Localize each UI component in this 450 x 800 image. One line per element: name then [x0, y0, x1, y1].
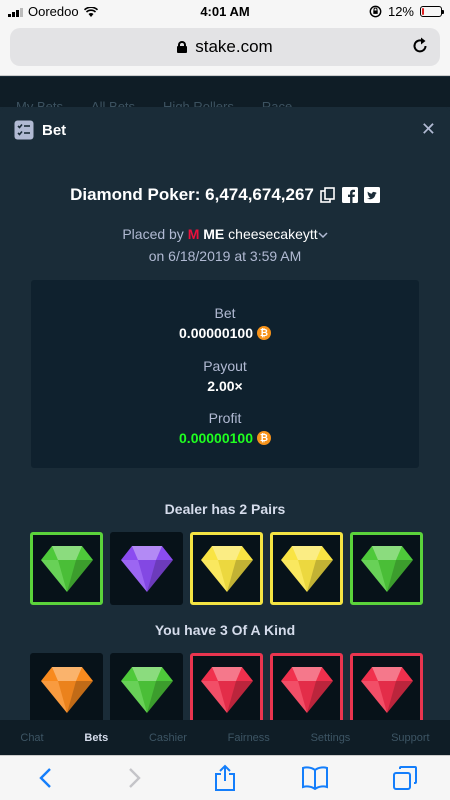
- placed-by-row: Placed by M ME cheesecakeytt: [0, 226, 450, 242]
- background-page: My BetsAll BetsHigh RollersRace: [0, 77, 450, 114]
- close-icon[interactable]: ✕: [421, 119, 436, 139]
- share-button[interactable]: [210, 763, 240, 793]
- nav-bets[interactable]: Bets: [84, 732, 108, 744]
- nav-chat[interactable]: Chat: [20, 732, 43, 744]
- bet-modal: Bet ✕ Diamond Poker: 6,474,674,267 Place…: [0, 107, 450, 720]
- player-hand-label: You have 3 Of A Kind: [154, 622, 296, 638]
- bet-label: Bet: [214, 305, 236, 321]
- book-icon: [302, 766, 328, 790]
- browser-toolbar: [0, 755, 450, 800]
- twitter-icon[interactable]: [363, 187, 380, 203]
- modal-title: Bet: [42, 121, 67, 139]
- gem-card-red: [350, 653, 423, 720]
- rank-badge: ME: [203, 226, 225, 242]
- gem-orange-icon: [40, 666, 93, 713]
- vip-badge: M: [187, 226, 200, 242]
- url-text: stake.com: [195, 37, 273, 56]
- battery-level: [422, 8, 425, 15]
- gem-card-purple: [110, 532, 183, 605]
- address-bar[interactable]: stake.com: [10, 28, 440, 66]
- chevron-down-icon[interactable]: [318, 232, 328, 239]
- gem-green-icon: [40, 545, 93, 592]
- chevron-left-icon: [39, 768, 51, 788]
- player-gem-row: [30, 653, 423, 720]
- bet-value: 0.00000100: [179, 325, 253, 341]
- share-icon: [215, 764, 235, 791]
- chevron-right-icon: [129, 768, 141, 788]
- gem-card-green: [350, 532, 423, 605]
- gem-red-icon: [280, 666, 333, 713]
- payout-value: 2.00×: [207, 378, 243, 394]
- placed-by-prefix: Placed by: [122, 226, 184, 242]
- forward-button[interactable]: [120, 763, 150, 793]
- tabs-button[interactable]: [390, 763, 420, 793]
- browser-address-area: stake.com: [0, 22, 450, 76]
- bookmarks-button[interactable]: [300, 763, 330, 793]
- reload-icon[interactable]: [410, 36, 430, 56]
- modal-header: Bet ✕: [0, 107, 450, 153]
- dealer-gem-row: [30, 532, 423, 605]
- game-title: Diamond Poker: 6,474,674,267: [70, 185, 314, 204]
- gem-card-green: [110, 653, 183, 720]
- gem-card-yellow: [270, 532, 343, 605]
- gem-card-orange: [30, 653, 103, 720]
- bet-stats-panel: Bet 0.00000100 ₿ Payout 2.00× Profit 0.00…: [31, 280, 419, 468]
- gem-green-icon: [120, 666, 173, 713]
- bet-stat: Bet 0.00000100 ₿: [31, 305, 419, 341]
- rotation-lock-icon: [369, 5, 382, 18]
- bitcoin-icon: ₿: [256, 431, 271, 445]
- bet-amount: 0.00000100 ₿: [31, 325, 419, 341]
- payout-label: Payout: [203, 358, 247, 374]
- bet-date: on 6/18/2019 at 3:59 AM: [148, 248, 302, 264]
- profit-value: 0.00000100: [179, 430, 253, 446]
- gem-purple-icon: [120, 545, 173, 592]
- ios-status-bar: Ooredoo 4:01 AM 12%: [0, 0, 450, 22]
- gem-yellow-icon: [280, 545, 333, 592]
- back-button[interactable]: [30, 763, 60, 793]
- gem-card-red: [190, 653, 263, 720]
- facebook-icon[interactable]: [341, 187, 358, 203]
- site-bottom-nav: Chat Bets Cashier Fairness Settings Support: [0, 720, 450, 755]
- nav-fairness[interactable]: Fairness: [228, 732, 270, 744]
- gem-red-icon: [200, 666, 253, 713]
- profit-amount: 0.00000100 ₿: [31, 430, 419, 446]
- lock-icon: [177, 41, 188, 53]
- bitcoin-icon: ₿: [256, 326, 271, 340]
- username-link[interactable]: cheesecakeytt: [228, 226, 318, 242]
- nav-support[interactable]: Support: [391, 732, 430, 744]
- battery-percent: 12%: [387, 4, 414, 19]
- gem-green-icon: [360, 545, 413, 592]
- battery-info: 12%: [369, 4, 444, 19]
- battery-icon: [420, 6, 444, 17]
- profit-stat: Profit 0.00000100 ₿: [31, 410, 419, 446]
- gem-red-icon: [360, 666, 413, 713]
- gem-card-green: [30, 532, 103, 605]
- game-title-row: Diamond Poker: 6,474,674,267: [0, 185, 450, 205]
- copy-icon[interactable]: [320, 187, 336, 203]
- gem-card-yellow: [190, 532, 263, 605]
- payout-stat: Payout 2.00×: [31, 358, 419, 394]
- bet-slip-icon: [14, 120, 34, 140]
- dealer-hand-label: Dealer has 2 Pairs: [164, 501, 286, 517]
- nav-settings[interactable]: Settings: [311, 732, 351, 744]
- gem-card-red: [270, 653, 343, 720]
- tabs-icon: [393, 766, 417, 790]
- nav-cashier[interactable]: Cashier: [149, 732, 187, 744]
- gem-yellow-icon: [200, 545, 253, 592]
- profit-label: Profit: [208, 410, 242, 426]
